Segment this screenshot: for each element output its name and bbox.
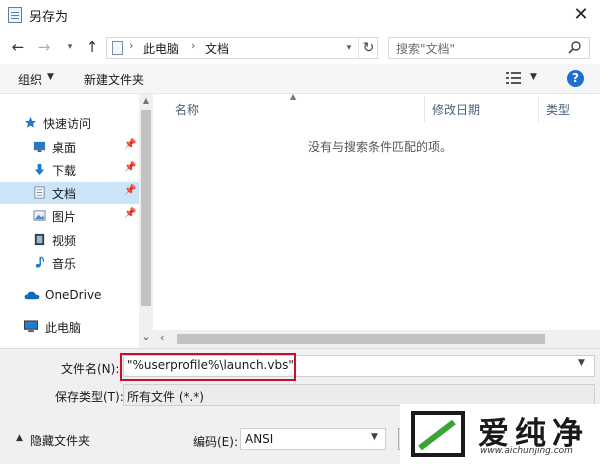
help-button[interactable]: ? — [567, 70, 584, 87]
new-folder-button[interactable]: 新建文件夹 — [84, 71, 144, 88]
desktop-icon — [33, 141, 46, 153]
pictures-icon — [33, 210, 46, 221]
sidebar-item-desktop[interactable]: 桌面 📌 — [0, 136, 140, 158]
up-folder-button[interactable]: ↑ — [84, 38, 100, 56]
address-history-dropdown[interactable]: ▾ — [340, 37, 358, 59]
sidebar-item-label: 音乐 — [52, 257, 77, 271]
cloud-icon — [24, 291, 40, 300]
sidebar-item-label: 下载 — [52, 164, 77, 178]
filename-highlight-box — [120, 353, 296, 381]
sidebar-item-onedrive[interactable]: OneDrive — [0, 285, 140, 307]
chevron-down-icon[interactable]: ▼ — [47, 72, 54, 82]
sidebar-item-videos[interactable]: 视频 — [0, 229, 140, 251]
sidebar-item-music[interactable]: 音乐 — [0, 252, 140, 274]
video-icon — [34, 233, 45, 246]
title-bar — [0, 0, 600, 30]
pin-icon[interactable]: 📌 — [124, 185, 136, 196]
sidebar-item-downloads[interactable]: 下载 📌 — [0, 159, 140, 181]
sort-ascending-icon: ▲ — [290, 92, 297, 101]
sidebar-scroll-thumb[interactable] — [141, 110, 151, 306]
chevron-down-icon[interactable]: ▼ — [371, 432, 378, 442]
encoding-value[interactable]: ANSI — [245, 432, 273, 446]
sidebar-item-documents[interactable]: 文档 📌 — [0, 182, 140, 204]
sidebar-item-label: 桌面 — [52, 141, 77, 155]
organize-button[interactable]: 组织 — [18, 71, 42, 88]
column-header-type[interactable]: 类型 — [546, 101, 570, 118]
empty-list-message: 没有与搜索条件匹配的项。 — [308, 140, 453, 154]
music-note-icon — [35, 256, 45, 268]
window-title: 另存为 — [29, 10, 69, 25]
scroll-down-icon[interactable]: ⌄ — [139, 330, 153, 343]
watermark-logo-icon — [411, 411, 465, 457]
chevron-up-icon[interactable]: ▲ — [16, 433, 23, 443]
computer-icon — [24, 320, 38, 333]
sidebar-item-label: 视频 — [52, 234, 77, 248]
column-divider[interactable] — [538, 96, 539, 122]
hide-folders-button[interactable]: 隐藏文件夹 — [30, 432, 90, 449]
column-header-date-modified[interactable]: 修改日期 — [432, 101, 480, 118]
filename-label: 文件名(N): — [61, 362, 120, 376]
chevron-down-icon[interactable]: ▼ — [530, 72, 537, 82]
filetype-value[interactable]: 所有文件 (*.*) — [127, 388, 204, 405]
sidebar-item-label: 此电脑 — [45, 321, 82, 335]
sidebar-item-label: 图片 — [52, 210, 77, 224]
horizontal-scroll-thumb[interactable] — [177, 334, 545, 344]
sidebar-item-pictures[interactable]: 图片 📌 — [0, 205, 140, 227]
file-list[interactable] — [153, 94, 600, 348]
sidebar-item-label: OneDrive — [45, 288, 102, 302]
star-icon — [24, 116, 37, 128]
view-options-icon[interactable] — [505, 70, 523, 86]
sidebar-item-label: 文档 — [52, 187, 77, 201]
scroll-up-icon[interactable]: ▲ — [139, 96, 153, 105]
sidebar-item-label: 快速访问 — [43, 117, 92, 131]
pin-icon[interactable]: 📌 — [124, 139, 136, 150]
breadcrumb-separator-icon[interactable]: › — [129, 39, 133, 52]
download-arrow-icon — [34, 163, 45, 176]
filetype-label: 保存类型(T): — [55, 390, 124, 404]
sidebar-item-quick-access[interactable]: 快速访问 — [0, 112, 140, 134]
document-location-icon — [112, 41, 123, 55]
sidebar-item-this-pc[interactable]: 此电脑 — [0, 316, 140, 338]
breadcrumb-separator-icon[interactable]: › — [191, 39, 195, 52]
search-placeholder: 搜索"文档" — [396, 42, 456, 56]
column-header-name[interactable]: 名称 — [175, 101, 199, 118]
watermark-url: www.aichunjing.com — [480, 446, 573, 456]
close-button[interactable]: ✕ — [568, 3, 594, 27]
encoding-label: 编码(E): — [193, 435, 238, 449]
breadcrumb-documents[interactable]: 文档 — [205, 40, 229, 57]
pin-icon[interactable]: 📌 — [124, 208, 136, 219]
breadcrumb-this-pc[interactable]: 此电脑 — [143, 40, 179, 57]
document-icon — [34, 186, 45, 199]
notepad-icon — [8, 7, 22, 23]
scroll-left-icon[interactable]: ‹ — [160, 331, 164, 344]
back-button[interactable]: ← — [10, 38, 26, 56]
pin-icon[interactable]: 📌 — [124, 162, 136, 173]
search-icon[interactable] — [567, 40, 583, 56]
column-divider[interactable] — [424, 96, 425, 122]
recent-locations-dropdown[interactable]: ▾ — [62, 38, 78, 56]
refresh-button[interactable]: ↻ — [358, 37, 378, 59]
chevron-down-icon[interactable]: ▼ — [578, 358, 585, 368]
forward-button[interactable]: → — [36, 38, 52, 56]
